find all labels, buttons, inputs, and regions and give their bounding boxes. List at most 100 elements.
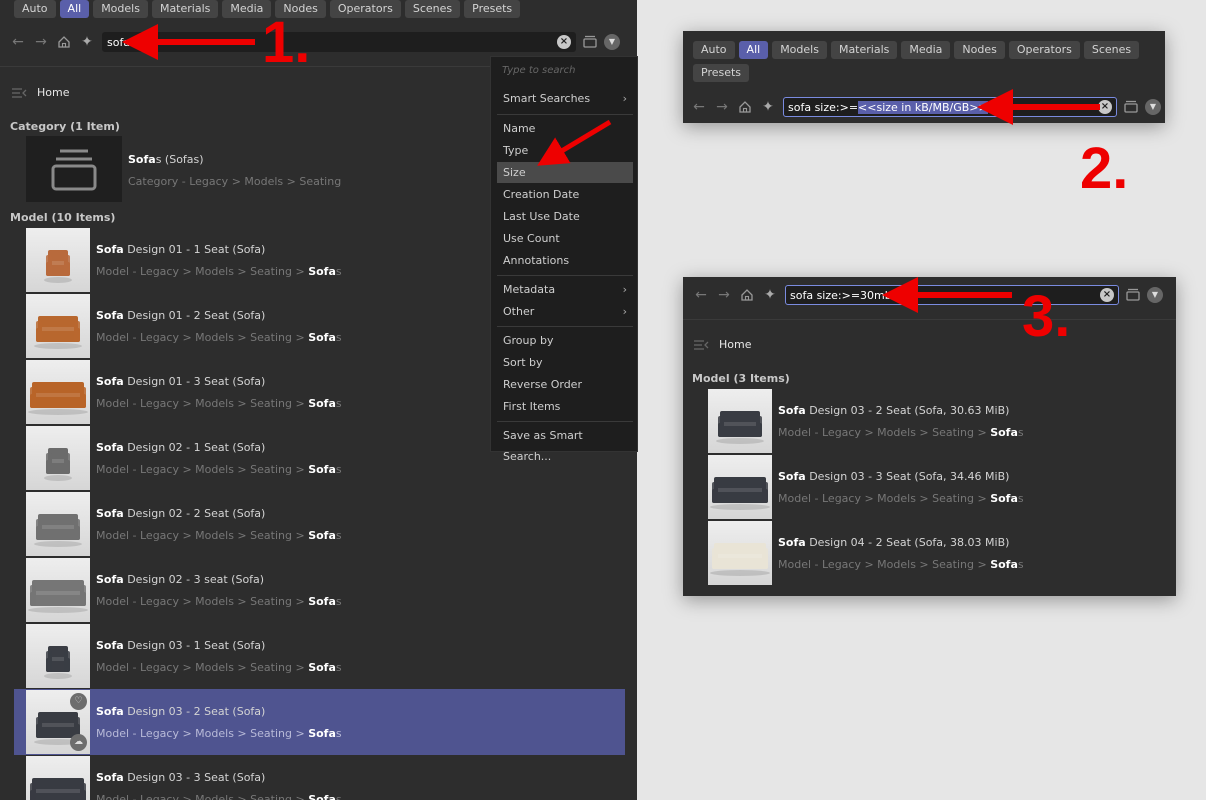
item-path: Model - Legacy > Models > Seating > Sofa… — [778, 492, 1024, 505]
forward-arrow-icon[interactable]: → — [714, 99, 730, 115]
breadcrumb[interactable]: Home — [11, 86, 69, 99]
item-path: Model - Legacy > Models > Seating > Sofa… — [778, 426, 1024, 439]
filter-chip-auto[interactable]: Auto — [14, 0, 56, 18]
item-path: Model - Legacy > Models > Seating > Sofa… — [96, 265, 342, 278]
sofa-thumbnail — [708, 455, 772, 519]
forward-arrow-icon[interactable]: → — [33, 34, 49, 50]
filter-chip-materials[interactable]: Materials — [830, 41, 898, 59]
filter-chip-auto[interactable]: Auto — [693, 41, 735, 59]
menu-divider — [497, 326, 633, 327]
filter-chip-operators[interactable]: Operators — [1008, 41, 1080, 59]
cloud-download-icon[interactable]: ☁ — [70, 734, 87, 751]
chevron-down-icon[interactable]: ▼ — [1147, 287, 1163, 303]
navigation-bar: ← → ✦ sofa size:>=30mb × ▼ — [693, 285, 1169, 305]
menu-item-name[interactable]: Name — [497, 118, 633, 139]
clear-search-icon[interactable]: × — [1098, 100, 1112, 114]
stack-view-icon[interactable] — [1125, 286, 1141, 305]
item-path: Model - Legacy > Models > Seating > Sofa… — [96, 397, 342, 410]
menu-item-size[interactable]: Size — [497, 162, 633, 183]
list-item[interactable]: ♡ ☁ Sofa Design 03 - 2 Seat (Sofa) Model - … — [14, 689, 625, 755]
menu-search-placeholder[interactable]: Type to search — [502, 65, 576, 76]
chevron-down-icon[interactable]: ▼ — [1145, 99, 1161, 115]
item-path: Model - Legacy > Models > Seating > Sofa… — [96, 529, 342, 542]
chevron-right-icon: › — [622, 92, 627, 105]
tree-toggle-icon — [12, 87, 27, 98]
list-item[interactable]: Sofa Design 03 - 3 Seat (Sofa) Model - Le… — [14, 755, 625, 800]
home-icon[interactable] — [56, 34, 72, 50]
chevron-right-icon: › — [622, 283, 627, 296]
tree-toggle-icon — [694, 339, 709, 350]
navigation-bar: ← → ✦ sofa size:>=<<size in kB/MB/GB>> ×… — [691, 97, 1161, 117]
back-arrow-icon[interactable]: ← — [691, 99, 707, 115]
item-title: Sofa Design 03 - 1 Seat (Sofa) — [96, 639, 266, 652]
filter-chip-all[interactable]: All — [738, 41, 769, 59]
search-input-value: sofa size:>=<<size in kB/MB/GB>> — [788, 100, 988, 114]
filter-chip-all[interactable]: All — [59, 0, 90, 18]
menu-item-save-as-smart-search[interactable]: Save as Smart Search... — [497, 425, 633, 463]
home-icon[interactable] — [737, 99, 753, 115]
chevron-down-icon[interactable]: ▼ — [604, 34, 620, 50]
menu-item-last-use-date[interactable]: Last Use Date — [497, 206, 633, 227]
filter-chip-operators[interactable]: Operators — [329, 0, 401, 18]
menu-item-first-items[interactable]: First Items — [497, 396, 633, 417]
search-input-value: sofa size:>=30mb — [790, 288, 892, 302]
stack-view-icon[interactable] — [582, 33, 598, 52]
sofa-thumbnail — [708, 521, 772, 585]
model-section-title: Model (3 Items) — [692, 372, 790, 385]
menu-item-group-by[interactable]: Group by — [497, 330, 633, 351]
navigation-bar: ← → ✦ sofa × ▼ — [10, 32, 625, 52]
menu-item-creation-date[interactable]: Creation Date — [497, 184, 633, 205]
search-input[interactable]: sofa size:>=<<size in kB/MB/GB>> × — [783, 97, 1117, 117]
clear-search-icon[interactable]: × — [557, 35, 571, 49]
list-item[interactable]: Sofa Design 03 - 1 Seat (Sofa) Model - Le… — [14, 623, 625, 689]
sofa-thumbnail — [26, 294, 90, 358]
filter-chip-media[interactable]: Media — [901, 41, 951, 59]
item-title: Sofa Design 02 - 3 seat (Sofa) — [96, 573, 265, 586]
back-arrow-icon[interactable]: ← — [10, 34, 26, 50]
item-path: Model - Legacy > Models > Seating > Sofa… — [96, 463, 342, 476]
filter-chip-scenes[interactable]: Scenes — [1083, 41, 1140, 59]
list-item[interactable]: Sofa Design 02 - 2 Seat (Sofa) Model - Le… — [14, 491, 625, 557]
filter-chip-nodes[interactable]: Nodes — [954, 41, 1005, 59]
forward-arrow-icon[interactable]: → — [716, 287, 732, 303]
filter-chip-presets[interactable]: Presets — [693, 64, 750, 82]
menu-item-annotations[interactable]: Annotations — [497, 250, 633, 271]
menu-divider — [497, 114, 633, 115]
filter-chip-scenes[interactable]: Scenes — [404, 0, 461, 18]
item-path: Model - Legacy > Models > Seating > Sofa… — [96, 727, 342, 740]
smart-search-dropdown-menu: Type to search Smart Searches › Name Type Si… — [490, 56, 638, 463]
menu-divider — [497, 421, 633, 422]
list-item[interactable]: Sofa Design 03 - 2 Seat (Sofa, 30.63 MiB… — [696, 388, 1166, 454]
filter-chip-models[interactable]: Models — [93, 0, 148, 18]
list-item[interactable]: Sofa Design 02 - 3 seat (Sofa) Model - Le… — [14, 557, 625, 623]
smart-search-sparkle-icon[interactable]: ✦ — [79, 34, 95, 50]
search-input[interactable]: sofa × — [102, 32, 576, 52]
menu-item-sort-by[interactable]: Sort by — [497, 352, 633, 373]
breadcrumb[interactable]: Home — [693, 338, 751, 351]
menu-item-other[interactable]: Other › — [497, 301, 633, 322]
menu-item-use-count[interactable]: Use Count — [497, 228, 633, 249]
home-icon[interactable] — [739, 287, 755, 303]
stack-view-icon[interactable] — [1123, 98, 1139, 117]
back-arrow-icon[interactable]: ← — [693, 287, 709, 303]
search-example-panel-2: Auto All Models Materials Media Nodes Operator… — [683, 31, 1165, 123]
breadcrumb-home: Home — [719, 338, 752, 351]
list-item[interactable]: Sofa Design 04 - 2 Seat (Sofa, 38.03 MiB… — [696, 520, 1166, 586]
filter-chip-materials[interactable]: Materials — [151, 0, 219, 18]
divider — [683, 319, 1176, 320]
item-title: Sofa Design 01 - 1 Seat (Sofa) — [96, 243, 266, 256]
menu-item-smart-searches[interactable]: Smart Searches › — [497, 88, 633, 109]
menu-item-reverse-order[interactable]: Reverse Order — [497, 374, 633, 395]
search-example-panel-3: ← → ✦ sofa size:>=30mb × ▼ Home Model (3… — [683, 277, 1176, 596]
favorite-heart-icon[interactable]: ♡ — [70, 693, 87, 710]
smart-search-sparkle-icon[interactable]: ✦ — [760, 99, 776, 115]
clear-search-icon[interactable]: × — [1100, 288, 1114, 302]
menu-item-metadata[interactable]: Metadata › — [497, 279, 633, 300]
filter-chip-presets[interactable]: Presets — [464, 0, 521, 18]
filter-chip-models[interactable]: Models — [772, 41, 827, 59]
model-list: Sofa Design 03 - 2 Seat (Sofa, 30.63 MiB… — [696, 388, 1166, 586]
list-item[interactable]: Sofa Design 03 - 3 Seat (Sofa, 34.46 MiB… — [696, 454, 1166, 520]
chevron-right-icon: › — [622, 305, 627, 318]
smart-search-sparkle-icon[interactable]: ✦ — [762, 287, 778, 303]
menu-item-type[interactable]: Type — [497, 140, 633, 161]
